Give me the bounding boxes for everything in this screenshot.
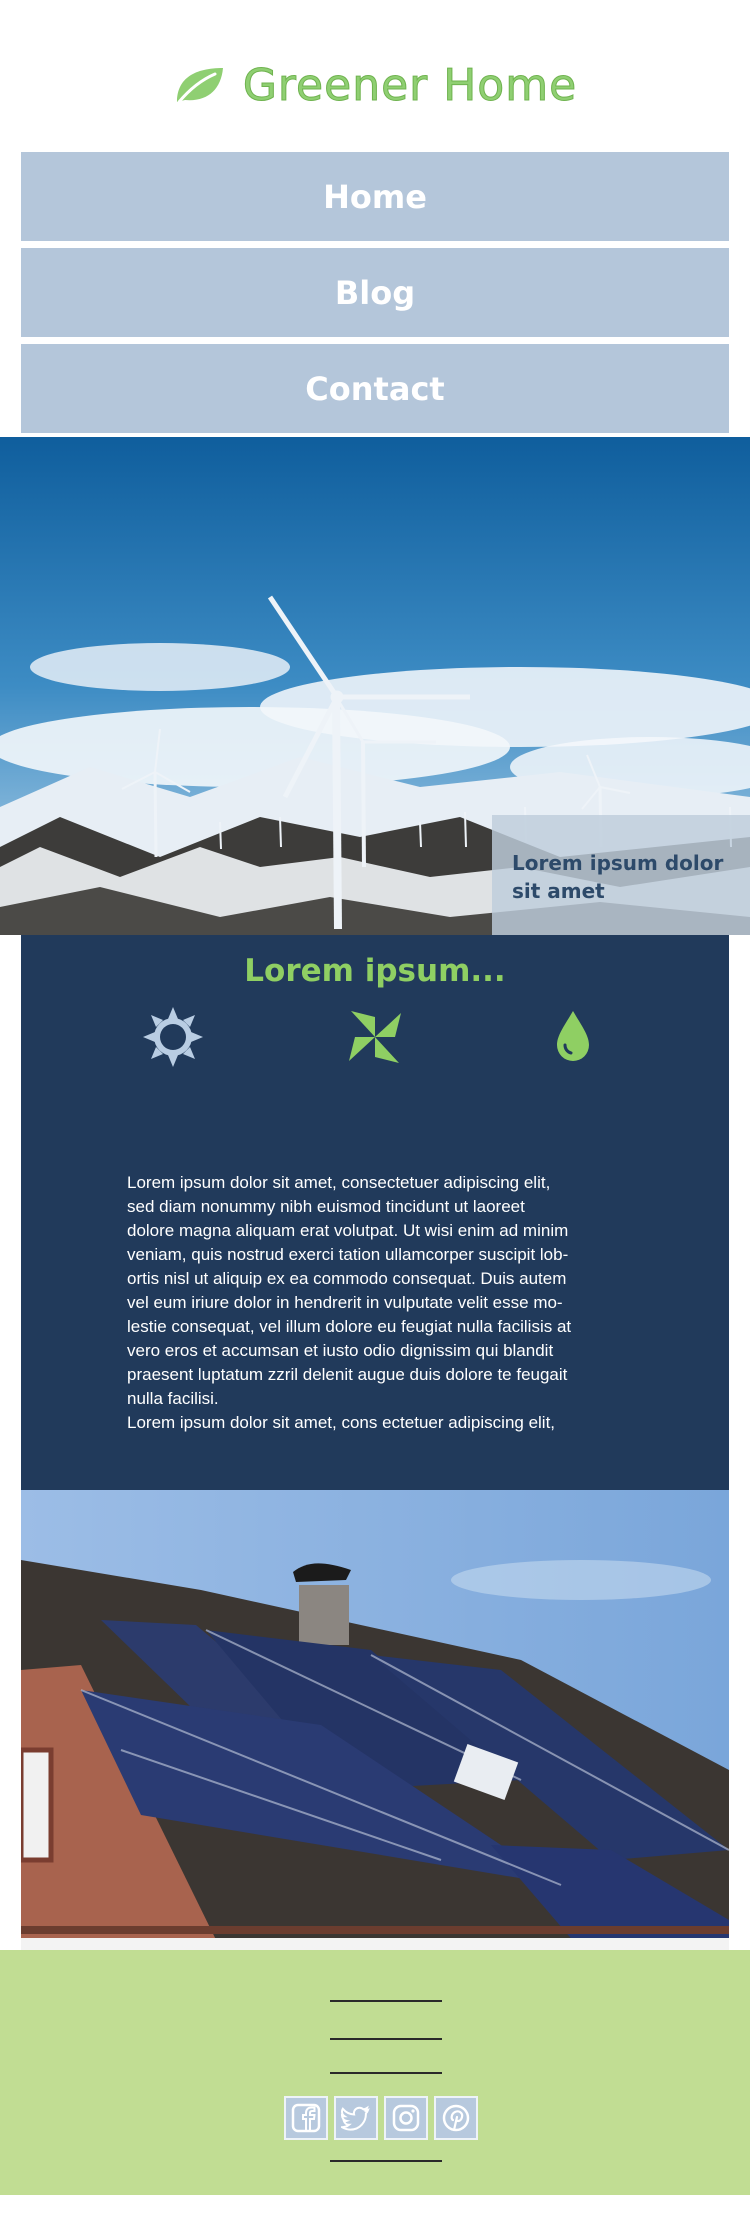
footer xyxy=(0,1950,750,2195)
site-name: Greener Home xyxy=(242,59,578,111)
nav-item-home[interactable]: Home xyxy=(21,152,729,241)
main-nav: Home Blog Contact xyxy=(21,152,729,440)
site-logo[interactable]: Greener Home xyxy=(0,52,750,118)
footer-divider xyxy=(330,2160,442,2162)
hero-caption: Lorem ipsum dolor sit amet xyxy=(492,815,750,935)
hero-image: Lorem ipsum dolor sit amet xyxy=(0,437,750,935)
features-title: Lorem ipsum... xyxy=(244,953,506,989)
facebook-icon[interactable] xyxy=(284,2096,328,2140)
twitter-icon[interactable] xyxy=(334,2096,378,2140)
leaf-icon xyxy=(176,68,223,104)
solar-house-image xyxy=(21,1490,729,1950)
solar-panel-roof-photo xyxy=(21,1490,729,1950)
water-drop-icon xyxy=(557,1011,589,1061)
instagram-icon[interactable] xyxy=(384,2096,428,2140)
features-body: Lorem ipsum dolor sit amet, consectetuer… xyxy=(127,1173,572,1432)
sun-icon xyxy=(143,1007,203,1067)
pinwheel-icon xyxy=(349,1011,401,1063)
nav-item-contact[interactable]: Contact xyxy=(21,344,729,433)
features-panel: Lorem ipsum... Lorem ipsum dolor sit ame… xyxy=(21,935,729,1490)
pinterest-icon[interactable] xyxy=(434,2096,478,2140)
nav-item-blog[interactable]: Blog xyxy=(21,248,729,337)
footer-divider xyxy=(330,2038,442,2040)
footer-divider xyxy=(330,2072,442,2074)
footer-divider xyxy=(330,2000,442,2002)
